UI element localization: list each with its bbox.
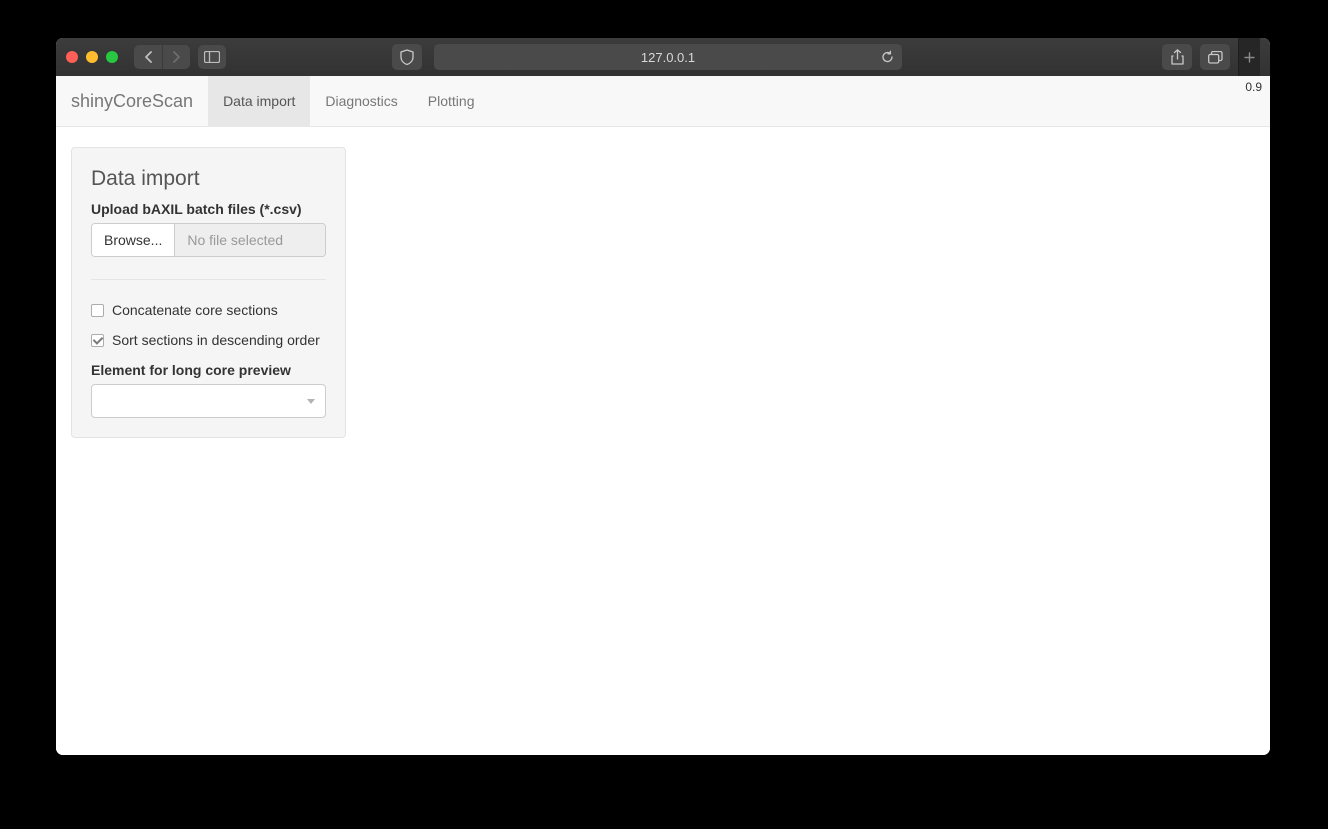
browse-button[interactable]: Browse... [92, 224, 175, 256]
window-controls [66, 51, 118, 63]
address-bar[interactable]: 127.0.0.1 [434, 44, 902, 70]
file-input[interactable]: Browse... No file selected [91, 223, 326, 257]
back-button[interactable] [134, 45, 162, 69]
tab-data-import[interactable]: Data import [208, 76, 310, 126]
divider [91, 279, 326, 280]
panel-title: Data import [91, 167, 326, 191]
share-icon [1171, 49, 1184, 65]
privacy-report-button[interactable] [392, 44, 422, 70]
browser-toolbar: 127.0.0.1 [56, 38, 1270, 76]
element-select-label: Element for long core preview [91, 362, 326, 378]
chevron-down-icon [307, 399, 315, 404]
sidebar-panel: Data import Upload bAXIL batch files (*.… [71, 147, 346, 438]
version-label: 0.9 [1245, 80, 1262, 94]
checkbox-concatenate[interactable]: Concatenate core sections [91, 302, 326, 318]
sidebar-toggle[interactable] [198, 45, 226, 69]
checkbox-icon [91, 334, 104, 347]
checkbox-concatenate-label: Concatenate core sections [112, 302, 278, 318]
app-viewport: shinyCoreScan Data import Diagnostics Pl… [56, 76, 1270, 755]
reload-icon [881, 51, 894, 64]
shield-icon [400, 49, 414, 65]
nav-back-forward [134, 45, 190, 69]
navbar: shinyCoreScan Data import Diagnostics Pl… [56, 76, 1270, 127]
reload-button[interactable] [881, 51, 894, 64]
checkbox-sort-label: Sort sections in descending order [112, 332, 320, 348]
chevron-right-icon [172, 51, 181, 63]
plus-icon [1244, 52, 1255, 63]
chevron-left-icon [144, 51, 153, 63]
file-status: No file selected [175, 224, 325, 256]
minimize-window-button[interactable] [86, 51, 98, 63]
browser-window: 127.0.0.1 shinyCoreScan Data impor [56, 38, 1270, 755]
address-text: 127.0.0.1 [641, 50, 695, 65]
close-window-button[interactable] [66, 51, 78, 63]
new-tab-button[interactable] [1238, 38, 1260, 76]
sidebar-icon [204, 51, 220, 63]
tab-plotting[interactable]: Plotting [413, 76, 490, 126]
share-button[interactable] [1162, 44, 1192, 70]
page-content: Data import Upload bAXIL batch files (*.… [56, 127, 1270, 458]
nav-tabs: Data import Diagnostics Plotting [208, 76, 489, 126]
forward-button[interactable] [162, 45, 190, 69]
app-brand: shinyCoreScan [71, 76, 208, 126]
tabs-overview-button[interactable] [1200, 44, 1230, 70]
element-select[interactable] [91, 384, 326, 418]
zoom-window-button[interactable] [106, 51, 118, 63]
checkbox-sort[interactable]: Sort sections in descending order [91, 332, 326, 348]
tabs-icon [1208, 51, 1223, 64]
checkbox-icon [91, 304, 104, 317]
upload-label: Upload bAXIL batch files (*.csv) [91, 201, 326, 217]
tab-diagnostics[interactable]: Diagnostics [310, 76, 412, 126]
